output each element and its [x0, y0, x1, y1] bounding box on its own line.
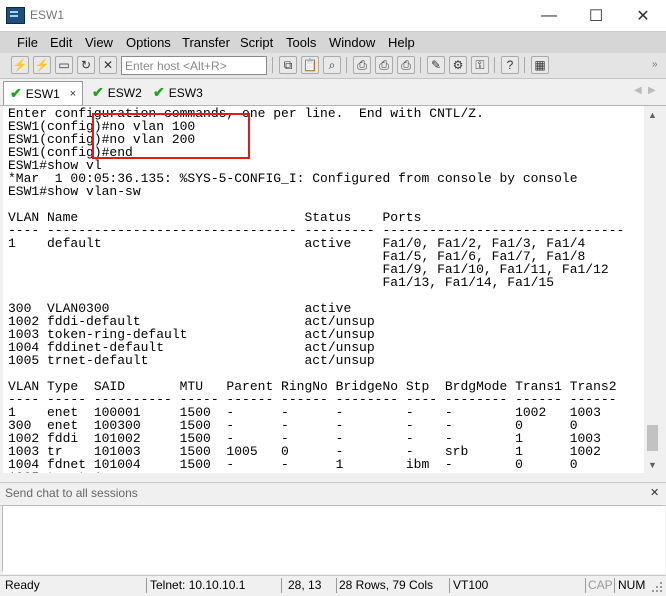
- status-cursor: 28, 13: [288, 578, 322, 592]
- status-bar: Ready Telnet: 10.10.10.1 28, 13 28 Rows,…: [0, 575, 666, 596]
- toolbar-separator: [494, 57, 495, 73]
- app-icon: [6, 7, 25, 24]
- highlight-annotation-box: [92, 113, 250, 159]
- chat-bar: Send chat to all sessions ✕: [0, 482, 666, 506]
- menu-view[interactable]: View: [85, 35, 113, 50]
- status-divider: [585, 578, 586, 593]
- chat-label: Send chat to all sessions: [5, 486, 138, 500]
- quick-connect-icon[interactable]: ⚡: [33, 56, 51, 74]
- toolbar-separator: [524, 57, 525, 73]
- find-icon[interactable]: ⌕: [323, 56, 341, 74]
- toolbar: ⚡ ⚡ ▭ ↻ ✕ ⧉ 📋 ⌕ ⎙ ⎙ ⎙ ✎ ⚙ ⚿ ? ▦ »: [0, 53, 666, 79]
- chat-close-icon[interactable]: ✕: [650, 486, 659, 499]
- terminal-screen[interactable]: Enter configuration commands, one per li…: [3, 106, 644, 473]
- scroll-up-icon[interactable]: ▲: [644, 106, 661, 123]
- toolbar-overflow-icon[interactable]: »: [652, 59, 658, 70]
- help-icon[interactable]: ?: [501, 56, 519, 74]
- chat-input[interactable]: [3, 506, 665, 574]
- copy-icon[interactable]: ⧉: [279, 56, 297, 74]
- status-connection: Telnet: 10.10.10.1: [150, 578, 246, 592]
- menu-edit[interactable]: Edit: [50, 35, 72, 50]
- status-caps: CAP: [588, 578, 613, 592]
- status-size: 28 Rows, 79 Cols: [339, 578, 434, 592]
- status-divider: [614, 578, 615, 593]
- connect-in-tab-icon[interactable]: ▭: [55, 56, 73, 74]
- session-options-icon[interactable]: ✎: [427, 56, 445, 74]
- terminal-icon[interactable]: ▦: [531, 56, 549, 74]
- menu-transfer[interactable]: Transfer: [182, 35, 230, 50]
- disconnect-icon[interactable]: ✕: [99, 56, 117, 74]
- connected-check-icon: ✔: [153, 84, 165, 100]
- paste-icon[interactable]: 📋: [301, 56, 319, 74]
- status-divider: [281, 578, 282, 593]
- reconnect-icon[interactable]: ↻: [77, 56, 95, 74]
- toolbar-separator: [420, 57, 421, 73]
- print-icon[interactable]: ⎙: [375, 56, 393, 74]
- connected-check-icon: ✔: [10, 85, 22, 101]
- sftp-icon[interactable]: ⚙: [449, 56, 467, 74]
- host-input[interactable]: [121, 56, 267, 75]
- status-emulation: VT100: [453, 578, 489, 592]
- menu-tools[interactable]: Tools: [286, 35, 316, 50]
- menu-script[interactable]: Script: [240, 35, 273, 50]
- menu-file[interactable]: File: [17, 35, 38, 50]
- toolbar-separator: [346, 57, 347, 73]
- tab-esw2[interactable]: ✔ ESW2: [86, 81, 148, 104]
- status-num: NUM: [618, 578, 646, 592]
- connect-icon[interactable]: ⚡: [11, 56, 29, 74]
- tab-label: ESW3: [168, 85, 203, 100]
- close-button[interactable]: ✕: [620, 0, 666, 31]
- keymap-icon[interactable]: ⚿: [471, 56, 489, 74]
- tab-label: ESW1: [25, 86, 60, 101]
- menu-help[interactable]: Help: [388, 35, 415, 50]
- session-tab-bar: ✔ ESW1 × ✔ ESW2 ✔ ESW3 ◀ ▶: [0, 79, 666, 106]
- tab-scroll-right-icon[interactable]: ▶: [648, 85, 656, 96]
- connected-check-icon: ✔: [92, 84, 104, 100]
- scroll-down-icon[interactable]: ▼: [644, 456, 661, 473]
- menu-bar: File Edit View Options Transfer Script T…: [0, 31, 666, 54]
- minimize-button[interactable]: —: [526, 0, 572, 31]
- print-setup-icon[interactable]: ⎙: [353, 56, 371, 74]
- scrollbar-thumb[interactable]: [647, 425, 658, 451]
- chat-input-area[interactable]: [2, 505, 665, 574]
- tab-esw1[interactable]: ✔ ESW1 ×: [3, 81, 84, 105]
- status-divider: [336, 578, 337, 593]
- toolbar-separator: [272, 57, 273, 73]
- status-divider: [146, 578, 147, 593]
- terminal-scrollbar[interactable]: ▲ ▼: [644, 106, 661, 473]
- window-title: ESW1: [30, 8, 65, 22]
- maximize-button[interactable]: ☐: [573, 0, 619, 31]
- status-divider: [449, 578, 450, 593]
- tab-close-icon[interactable]: ×: [70, 88, 76, 100]
- title-bar: ESW1 — ☐ ✕: [0, 0, 666, 31]
- resize-grip-icon[interactable]: [652, 582, 662, 592]
- tab-esw3[interactable]: ✔ ESW3: [147, 81, 209, 104]
- menu-window[interactable]: Window: [329, 35, 375, 50]
- tab-scroll-left-icon[interactable]: ◀: [634, 85, 642, 96]
- tab-label: ESW2: [107, 85, 142, 100]
- status-ready: Ready: [5, 578, 40, 592]
- print-screen-icon[interactable]: ⎙: [397, 56, 415, 74]
- terminal-output: Enter configuration commands, one per li…: [8, 106, 625, 473]
- menu-options[interactable]: Options: [126, 35, 171, 50]
